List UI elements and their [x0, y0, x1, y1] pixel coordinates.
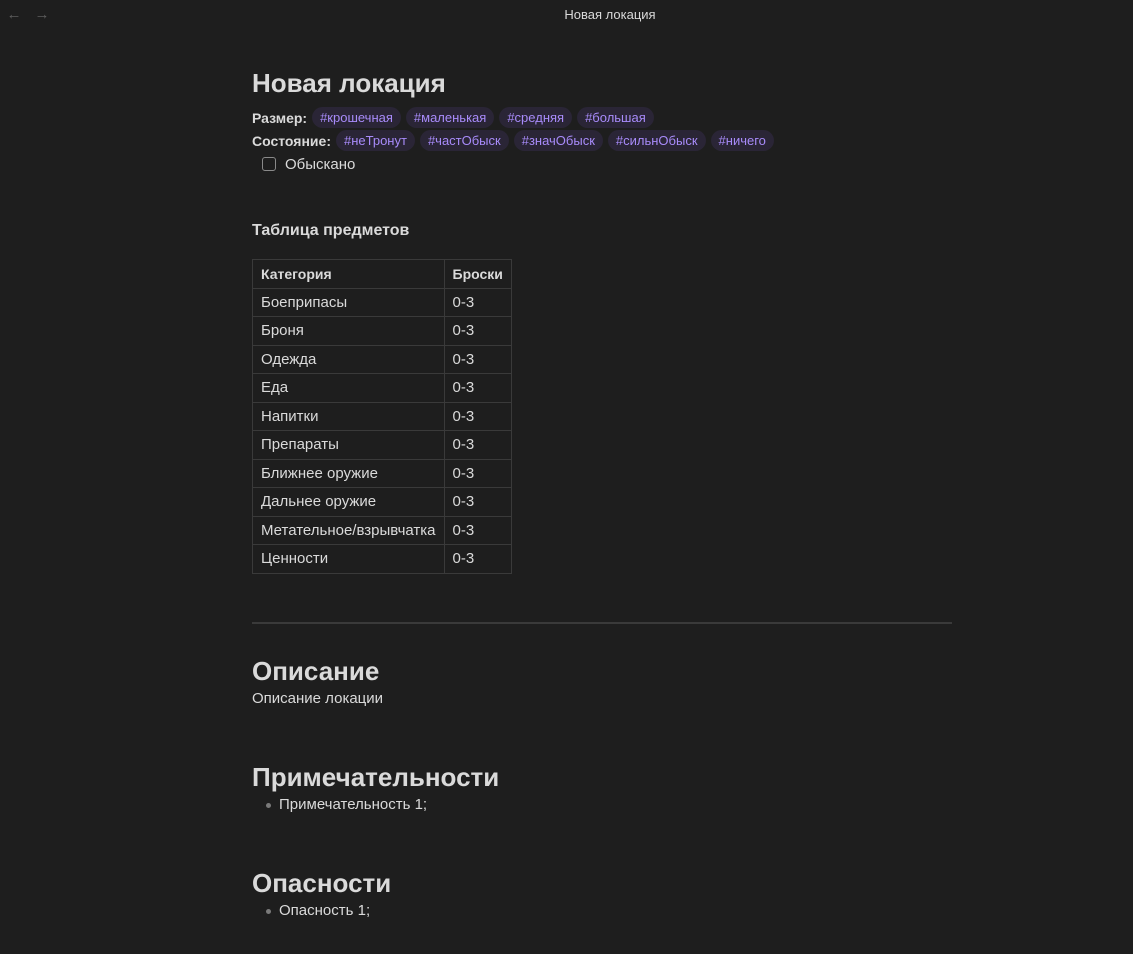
section-title-description: Описание [252, 655, 380, 686]
title-bar: ← → Новая локация [0, 0, 1133, 30]
header-category: Категория [252, 259, 445, 289]
table-row: Боеприпасы 0-3 [252, 287, 512, 317]
items-table: Категория Броски Боеприпасы 0-3 Броня 0-… [252, 259, 512, 574]
description-section: Описание Описание локации [252, 654, 952, 710]
cell-rolls: 0-3 [443, 515, 512, 545]
section-title-features: Примечательности [252, 761, 500, 792]
tag-large[interactable]: #большая [577, 107, 654, 128]
tag-heavily-searched[interactable]: #сильнОбыск [607, 130, 706, 151]
tag-medium[interactable]: #средняя [499, 107, 573, 128]
list-item: Примечательность 1; [252, 794, 952, 816]
dangers-list: Опасность 1; [252, 900, 952, 922]
checkbox-label: Обыскано [285, 155, 356, 173]
cell-rolls: 0-3 [443, 344, 512, 374]
property-label: Состояние: [252, 132, 331, 149]
cell-rolls: 0-3 [443, 401, 512, 431]
features-section: Примечательности Примечательность 1; [252, 760, 952, 816]
section-title-dangers: Опасности [252, 867, 392, 898]
table-row: Напитки 0-3 [252, 401, 512, 431]
cell-rolls: 0-3 [443, 287, 512, 317]
tag-small[interactable]: #маленькая [405, 107, 495, 128]
table-row: Одежда 0-3 [252, 344, 512, 374]
tag-partially-searched[interactable]: #частОбыск [419, 130, 509, 151]
list-item: Опасность 1; [252, 900, 952, 922]
searched-checkbox[interactable] [262, 157, 276, 171]
cell-category: Метательное/взрывчатка [252, 515, 445, 545]
cell-rolls: 0-3 [443, 487, 512, 517]
window-title: Новая локация [564, 7, 656, 22]
cell-category: Одежда [252, 344, 445, 374]
note-content: Новая локация Размер: #крошечная #малень… [252, 60, 952, 922]
features-list: Примечательность 1; [252, 794, 952, 816]
dangers-section: Опасности Опасность 1; [252, 866, 952, 922]
tag-significantly-searched[interactable]: #значОбыск [513, 130, 603, 151]
items-table-heading: Таблица предметов [252, 222, 410, 239]
tag-tiny[interactable]: #крошечная [312, 107, 401, 128]
cell-rolls: 0-3 [443, 316, 512, 346]
property-label: Размер: [252, 109, 308, 126]
property-size: Размер: #крошечная #маленькая #средняя #… [252, 106, 952, 129]
description-text: Описание локации [252, 689, 384, 707]
table-row: Ценности 0-3 [252, 544, 512, 574]
cell-category: Ценности [252, 544, 445, 574]
table-row: Броня 0-3 [252, 316, 512, 346]
note-title: Новая локация [252, 68, 446, 98]
table-row: Дальнее оружие 0-3 [252, 487, 512, 517]
cell-category: Ближнее оружие [252, 458, 445, 488]
cell-category: Броня [252, 316, 445, 346]
header-rolls: Броски [443, 259, 512, 289]
tag-nothing[interactable]: #ничего [710, 130, 774, 151]
cell-category: Дальнее оружие [252, 487, 445, 517]
cell-rolls: 0-3 [443, 430, 512, 460]
table-row: Метательное/взрывчатка 0-3 [252, 515, 512, 545]
table-row: Еда 0-3 [252, 373, 512, 403]
cell-category: Боеприпасы [252, 287, 445, 317]
tag-untouched[interactable]: #неТронут [335, 130, 415, 151]
searched-checkbox-row: Обыскано [262, 152, 952, 176]
table-row: Препараты 0-3 [252, 430, 512, 460]
table-row: Ближнее оружие 0-3 [252, 458, 512, 488]
cell-rolls: 0-3 [443, 544, 512, 574]
cell-category: Еда [252, 373, 445, 403]
cell-category: Препараты [252, 430, 445, 460]
cell-rolls: 0-3 [443, 373, 512, 403]
cell-rolls: 0-3 [443, 458, 512, 488]
horizontal-divider [252, 621, 952, 624]
property-state: Состояние: #неТронут #частОбыск #значОбы… [252, 129, 952, 152]
cell-category: Напитки [252, 401, 445, 431]
table-header-row: Категория Броски [252, 259, 512, 289]
